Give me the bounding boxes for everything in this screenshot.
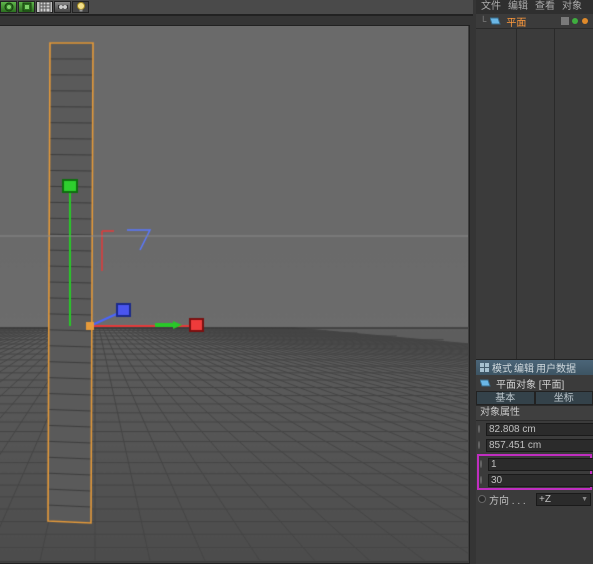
attr-object-title-row: 平面对象 [平面] (476, 375, 593, 391)
attr-menu-mode[interactable]: 模式 (492, 360, 512, 375)
om-tab-edit[interactable]: 编辑 (505, 1, 531, 13)
tool-icon-bulb[interactable] (72, 1, 89, 13)
om-tab-file[interactable]: 文件 (478, 1, 504, 13)
object-manager-tabs: 文件 编辑 查看 对象 (476, 0, 593, 14)
highlighted-segment-props: 宽度分段 ▲▼ 高度分段 ▲▼ (477, 454, 592, 490)
prop-anim-dot-width[interactable] (478, 425, 480, 433)
attr-tab-coord[interactable]: 坐标 (535, 391, 593, 405)
prop-label-orient: 方向 . . . (489, 492, 533, 507)
hierarchy-item-plane[interactable]: └ 平面 (476, 14, 593, 28)
height-input[interactable] (486, 439, 593, 452)
layer-badge-icon[interactable] (561, 17, 569, 25)
orientation-select[interactable]: +Z ▼ (536, 493, 591, 506)
width-segments-input[interactable] (488, 458, 593, 471)
prop-row-height: 高度 . . . ▲▼ (476, 437, 593, 453)
prop-anim-dot-height[interactable] (478, 441, 480, 449)
tool-icon-slider[interactable] (54, 1, 71, 13)
prop-anim-dot-hseg[interactable] (480, 476, 482, 484)
render-dot-orange-icon[interactable] (581, 17, 589, 25)
attr-menu-edit[interactable]: 编辑 (514, 360, 534, 375)
om-tab-object[interactable]: 对象 (559, 1, 585, 13)
height-segments-input[interactable] (488, 474, 593, 487)
right-panel: 文件 编辑 查看 对象 └ 平面 模式 编辑 用户数据 (476, 0, 593, 564)
prop-row-orientation: 方向 . . . +Z ▼ (476, 491, 593, 507)
width-input[interactable] (486, 423, 593, 436)
visibility-dot-green-icon[interactable] (571, 17, 579, 25)
viewport-canvas[interactable] (0, 26, 468, 561)
tool-icon-grid[interactable] (36, 1, 53, 13)
attribute-manager-menu: 模式 编辑 用户数据 (476, 359, 593, 375)
attr-menu-icon[interactable] (480, 363, 490, 373)
hierarchy-empty-area (476, 28, 593, 359)
prop-row-width-segments: 宽度分段 ▲▼ (479, 456, 590, 472)
dropdown-arrow-icon: ▼ (581, 496, 588, 503)
prop-anim-dot-wseg[interactable] (480, 460, 482, 468)
plane-object-icon (490, 16, 502, 26)
attr-plane-icon (480, 378, 492, 388)
attr-tabs: 基本 坐标 (476, 391, 593, 405)
tool-icon-2[interactable] (18, 1, 35, 13)
prop-anim-dot-orient[interactable] (478, 495, 486, 503)
top-toolbar (0, 0, 473, 16)
attr-tab-basic[interactable]: 基本 (476, 391, 535, 405)
attr-menu-userdata[interactable]: 用户数据 (536, 360, 576, 375)
tool-icon-1[interactable] (0, 1, 17, 13)
hierarchy-badges (561, 17, 593, 25)
attr-object-title: 平面对象 [平面] (496, 376, 564, 391)
prop-row-height-segments: 高度分段 ▲▼ (479, 472, 590, 488)
hierarchy-tree-icon: └ (480, 16, 486, 26)
attr-section-title: 对象属性 (476, 405, 593, 421)
prop-row-width: 宽度 . . . ▲▼ (476, 421, 593, 437)
viewport[interactable] (0, 25, 470, 564)
hierarchy-item-label: 平面 (506, 14, 526, 29)
orientation-value: +Z (539, 494, 551, 505)
om-tab-view[interactable]: 查看 (532, 1, 558, 13)
